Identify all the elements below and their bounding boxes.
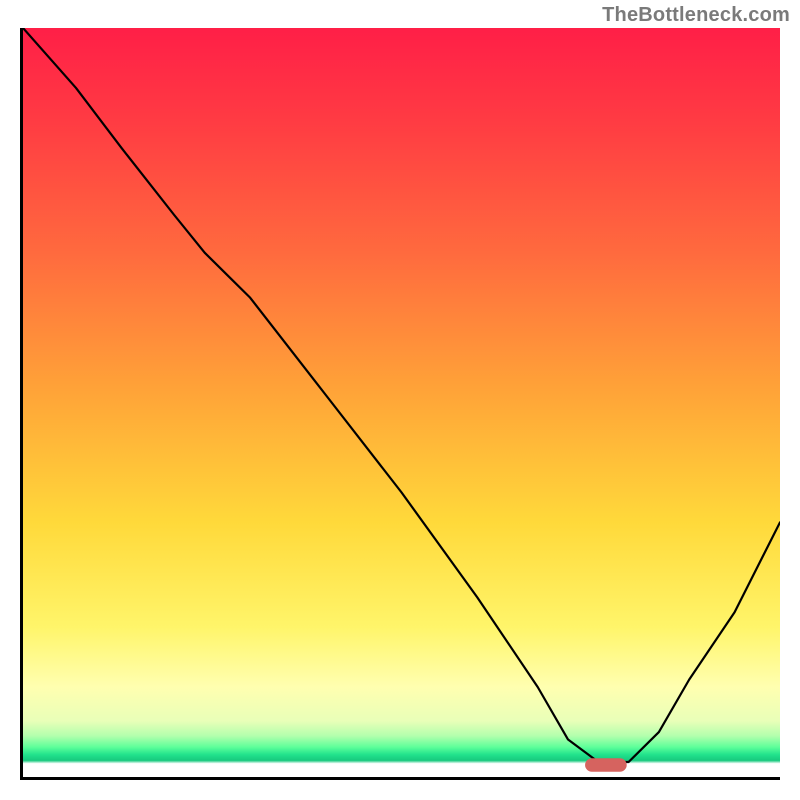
page-root: TheBottleneck.com [0, 0, 800, 800]
bottleneck-curve [23, 28, 780, 762]
optimal-point-marker [585, 758, 627, 771]
chart-plot-area [20, 28, 780, 780]
attribution-label: TheBottleneck.com [602, 4, 790, 27]
chart-svg [23, 28, 780, 777]
